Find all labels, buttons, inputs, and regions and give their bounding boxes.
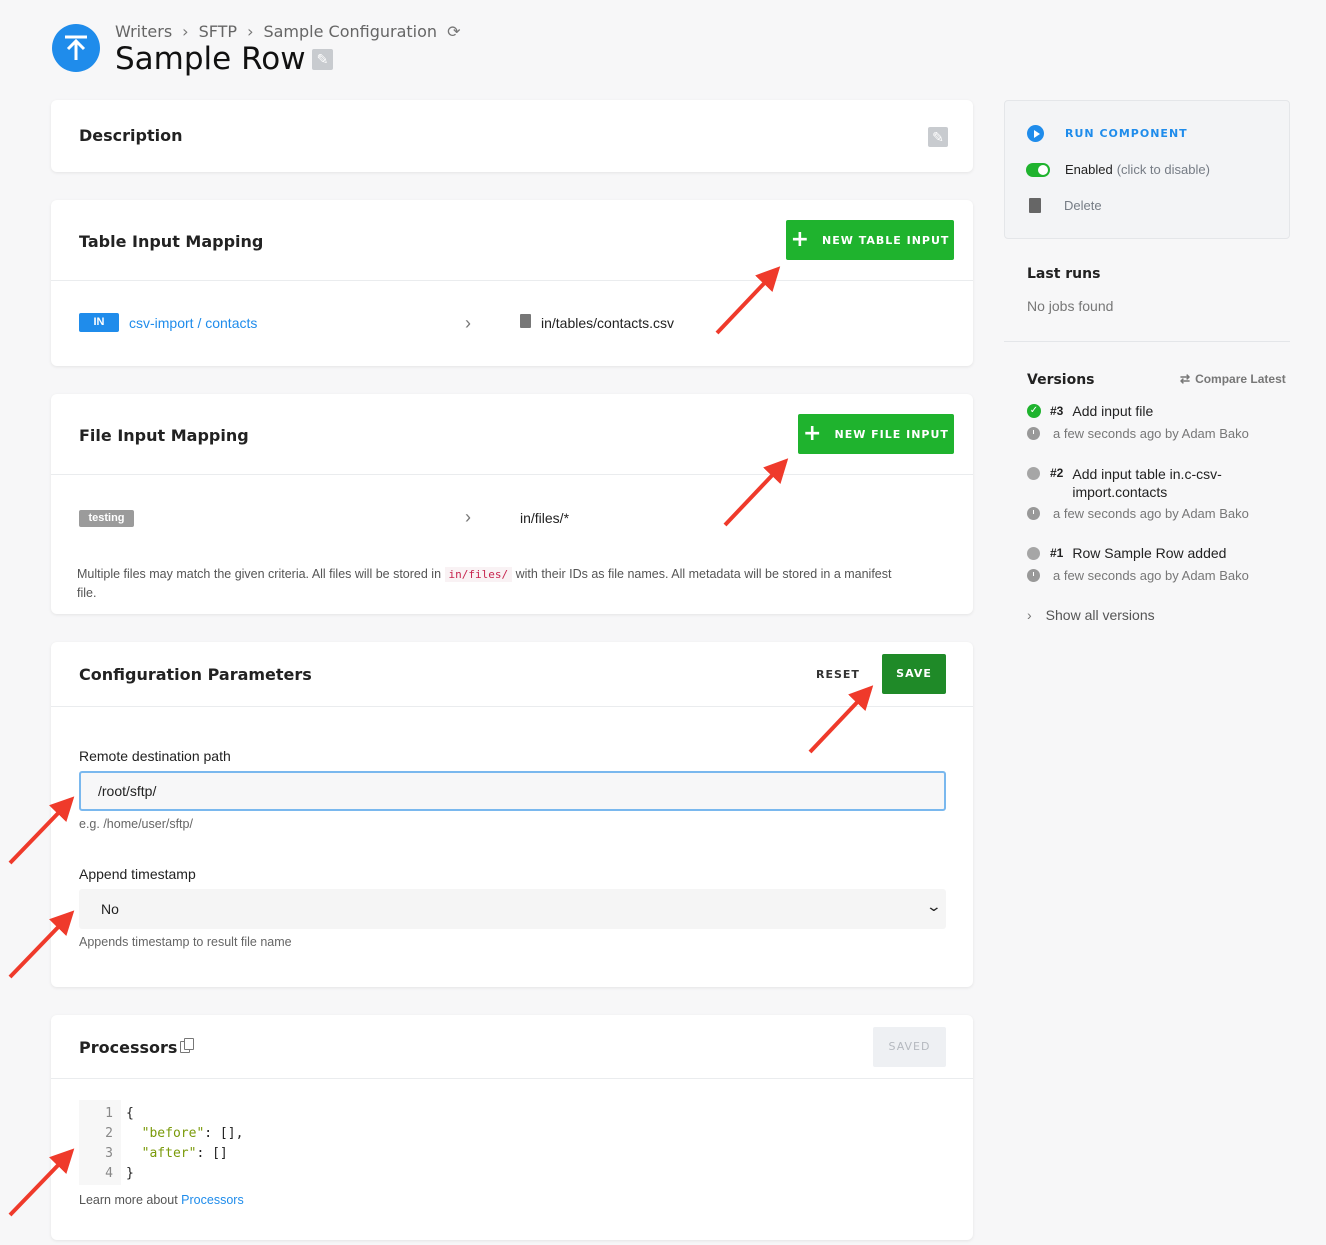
arrow-annotation <box>715 266 781 335</box>
arrow-annotation <box>8 910 75 979</box>
arrow-annotation <box>8 1148 75 1217</box>
annotation-arrows <box>8 266 874 1217</box>
arrow-annotation <box>723 458 789 527</box>
arrow-annotation <box>808 685 874 754</box>
arrow-annotation <box>8 796 75 865</box>
